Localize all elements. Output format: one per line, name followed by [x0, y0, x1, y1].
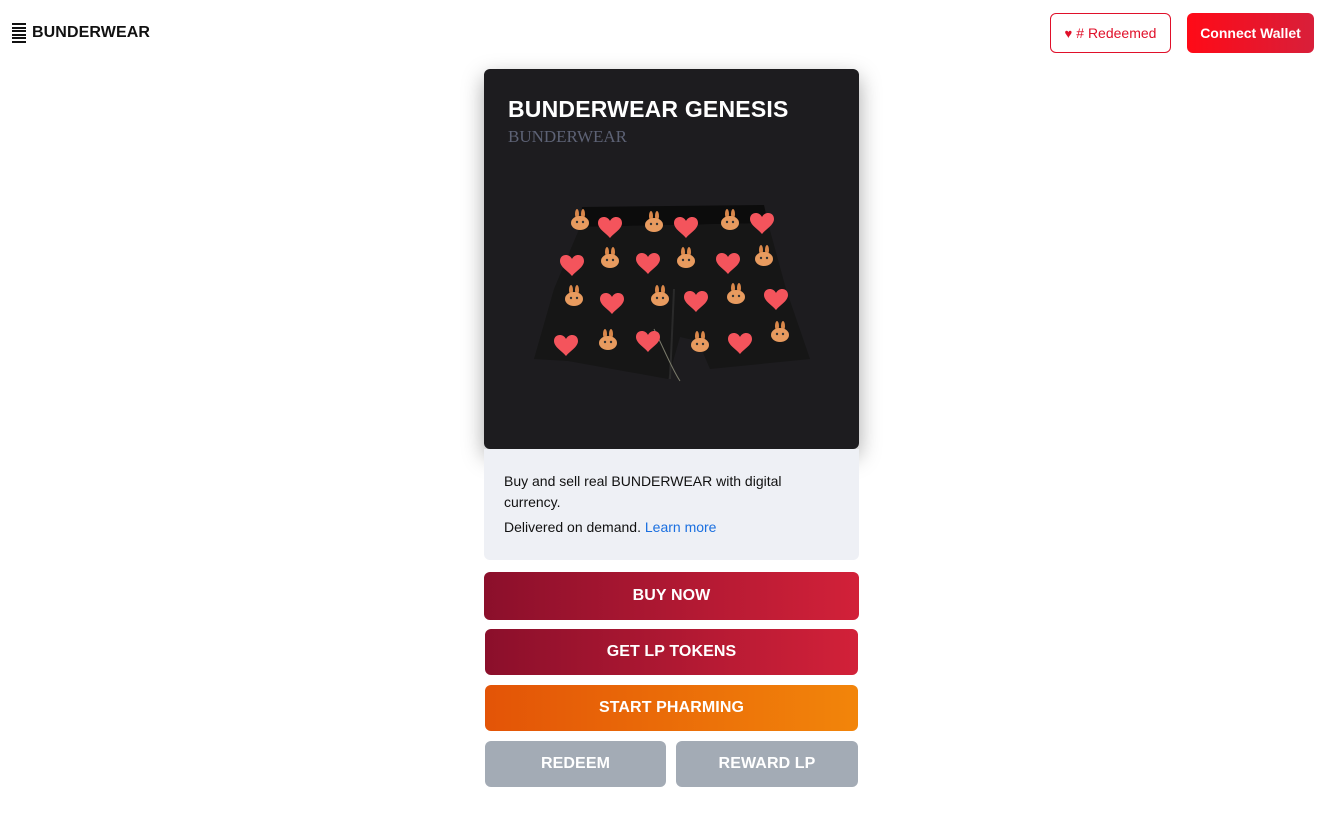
boxer-shorts-image: [534, 205, 810, 382]
heart-icon: ♥: [1064, 25, 1073, 41]
product-title: BUNDERWEAR GENESIS: [508, 96, 789, 122]
header: BUNDERWEAR ♥ # Redeemed Connect Wallet: [0, 0, 1341, 66]
reward-lp-button[interactable]: REWARD LP: [676, 741, 858, 787]
redeemed-button[interactable]: ♥ # Redeemed: [1050, 13, 1171, 53]
learn-more-link[interactable]: Learn more: [645, 519, 717, 535]
redeem-button[interactable]: REDEEM: [485, 741, 666, 787]
get-lp-tokens-button[interactable]: GET LP TOKENS: [485, 629, 858, 675]
stack-icon: [12, 23, 26, 43]
buy-now-button[interactable]: BUY NOW: [484, 572, 859, 620]
description-text: Buy and sell real BUNDERWEAR with digita…: [504, 473, 782, 510]
delivery-text: Delivered on demand. Learn more: [504, 517, 839, 538]
logo-text: BUNDERWEAR: [32, 24, 151, 41]
logo[interactable]: BUNDERWEAR: [12, 23, 150, 43]
product-card: BUNDERWEAR GENESIS BUNDERWEAR: [484, 69, 859, 449]
start-pharming-button[interactable]: START PHARMING: [485, 685, 858, 731]
connect-wallet-button[interactable]: Connect Wallet: [1187, 13, 1314, 53]
product-description: Buy and sell real BUNDERWEAR with digita…: [484, 449, 859, 560]
product-brand: BUNDERWEAR: [508, 127, 627, 146]
redeemed-label: # Redeemed: [1076, 25, 1157, 41]
delivery-label: Delivered on demand.: [504, 519, 641, 535]
